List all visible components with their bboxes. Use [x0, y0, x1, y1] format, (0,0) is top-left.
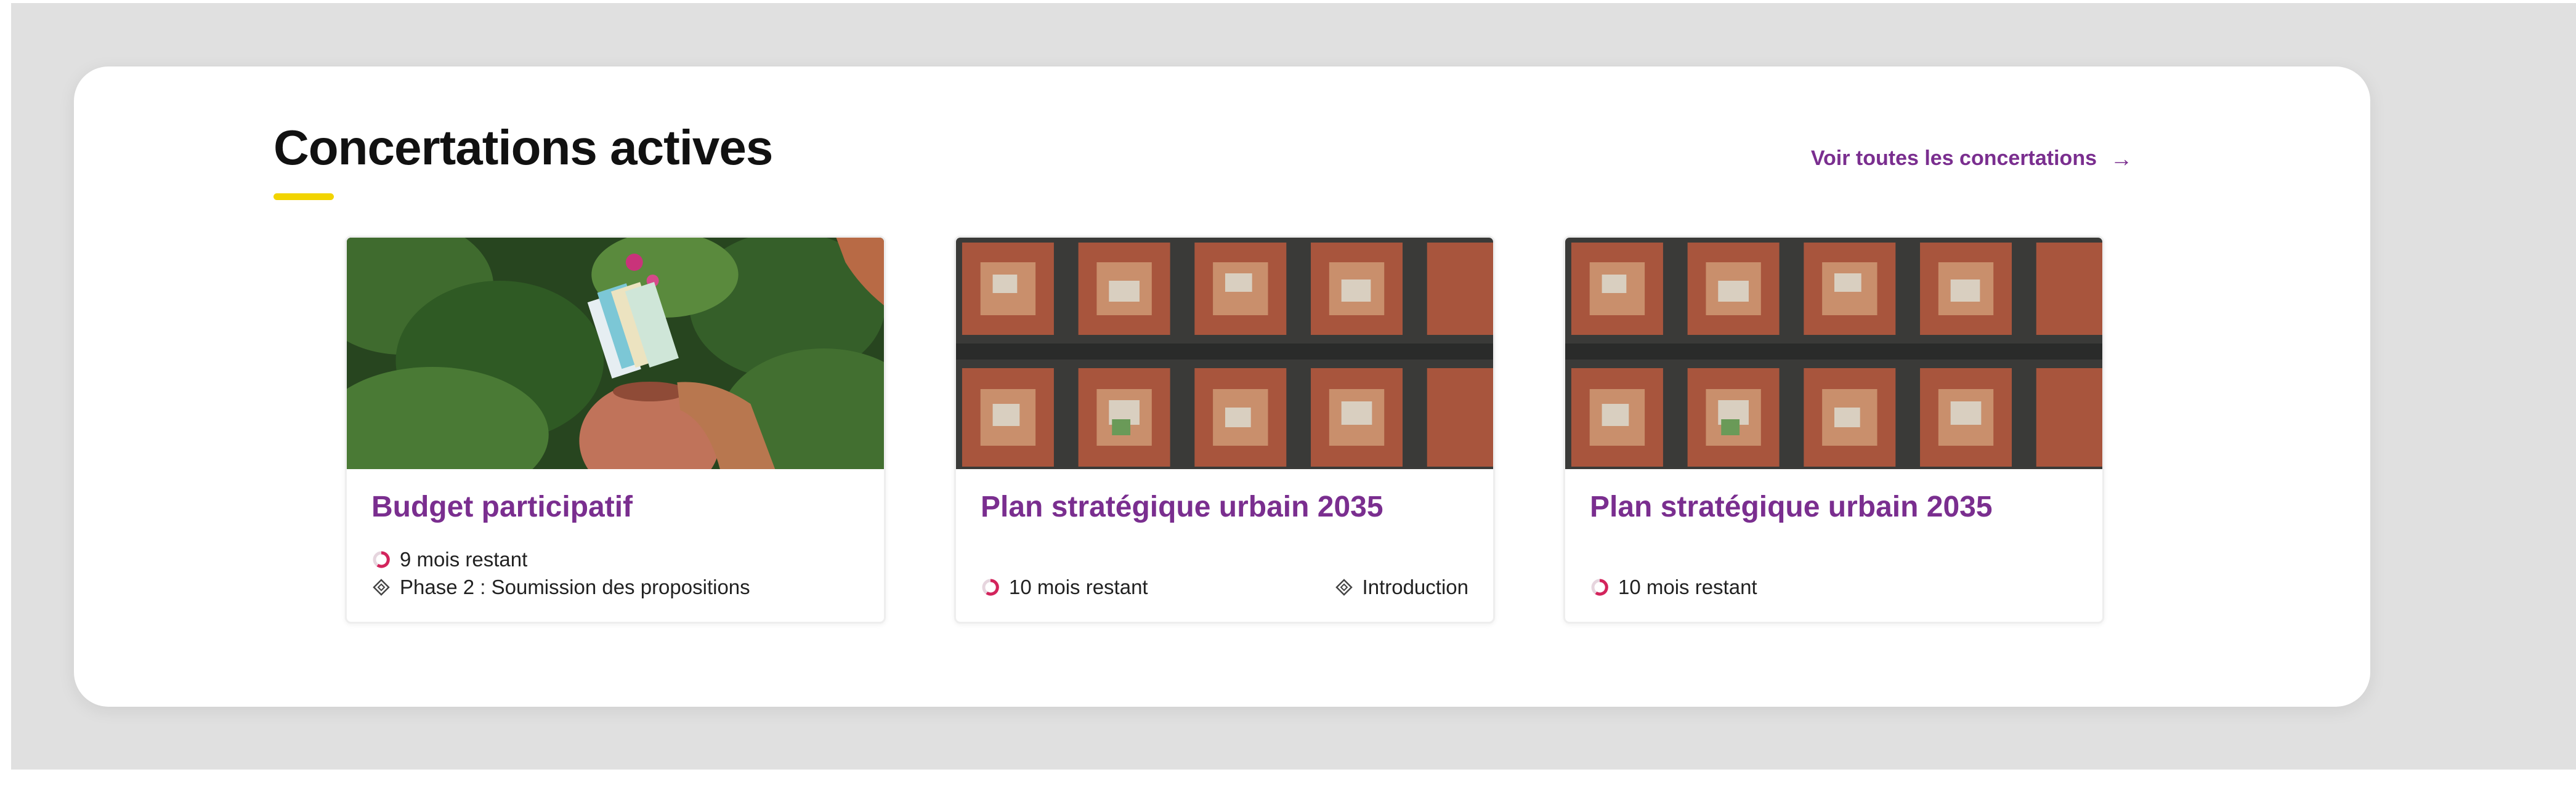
- see-all-label: Voir toutes les concertations: [1810, 147, 2097, 170]
- diamond-icon: [373, 579, 390, 596]
- card-image-money-jar: [347, 238, 884, 469]
- concertation-card-plan-urbain[interactable]: Plan stratégique urbain 2035 10 mois res…: [954, 236, 1495, 624]
- diamond-icon: [1335, 579, 1353, 596]
- card-image-aerial-city: [1565, 238, 2102, 469]
- current-phase-text: Introduction: [1362, 576, 1468, 598]
- title-underline: [273, 193, 334, 200]
- time-remaining: 9 mois restant: [371, 548, 527, 571]
- aerial-city-image: [1565, 238, 2102, 469]
- section-title: Concertations actives: [273, 120, 773, 175]
- current-phase: Introduction: [1334, 576, 1468, 599]
- progress-ring-icon: [373, 551, 390, 568]
- card-title: Plan stratégique urbain 2035: [1590, 491, 1993, 523]
- money-jar-image: [347, 238, 884, 469]
- time-remaining: 10 mois restant: [981, 576, 1148, 599]
- concertation-card-plan-urbain-2[interactable]: Plan stratégique urbain 2035 10 mois res…: [1563, 236, 2104, 624]
- current-phase-text: Phase 2 : Soumission des propositions: [400, 576, 750, 598]
- current-phase: Phase 2 : Soumission des propositions: [371, 576, 750, 599]
- card-image-aerial-city: [956, 238, 1493, 469]
- time-remaining-text: 10 mois restant: [1009, 576, 1148, 598]
- time-remaining-text: 10 mois restant: [1618, 576, 1757, 598]
- see-all-concertations-link[interactable]: Voir toutes les concertations →: [1811, 147, 2132, 171]
- concertation-card-budget[interactable]: Budget participatif 9 mois restant Phase…: [345, 236, 886, 624]
- time-remaining: 10 mois restant: [1590, 576, 1757, 599]
- progress-ring-icon: [982, 579, 999, 596]
- arrow-right-icon: →: [2110, 145, 2132, 171]
- card-title: Plan stratégique urbain 2035: [981, 491, 1383, 523]
- aerial-city-image: [956, 238, 1493, 469]
- card-title: Budget participatif: [371, 491, 633, 523]
- time-remaining-text: 9 mois restant: [400, 548, 528, 571]
- progress-ring-icon: [1591, 579, 1608, 596]
